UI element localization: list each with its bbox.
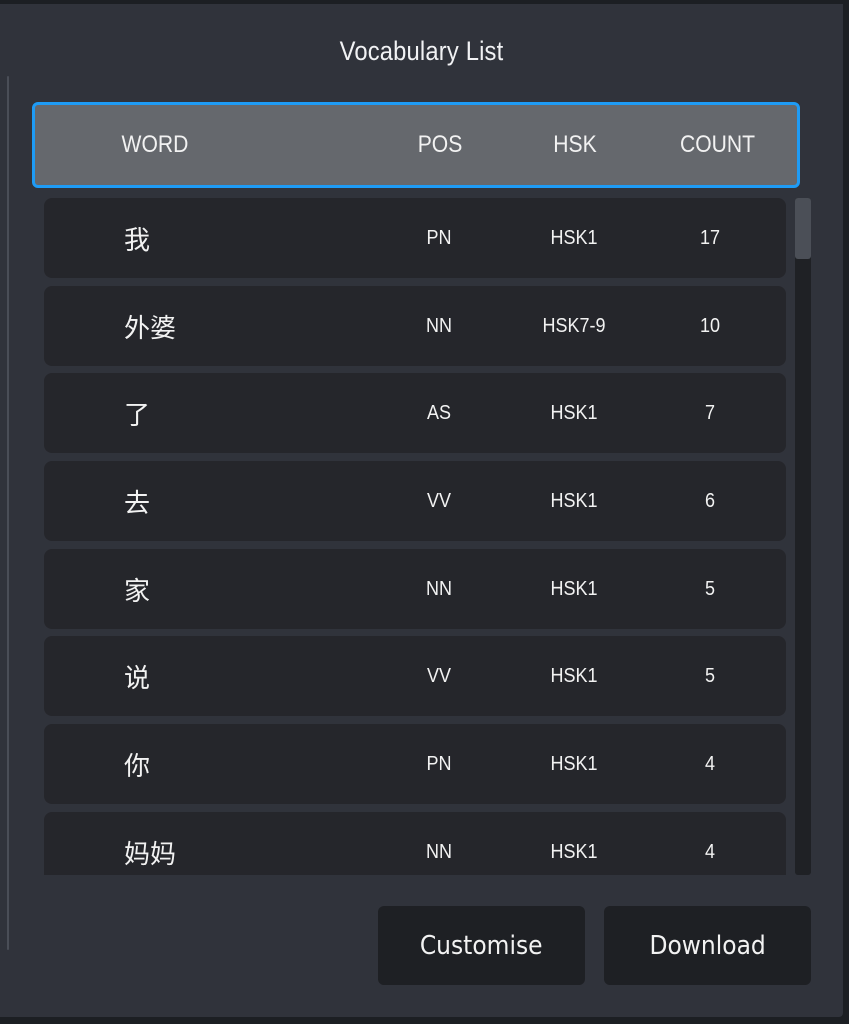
column-header-hsk[interactable]: HSK xyxy=(531,105,619,185)
table-row[interactable]: 外婆 NN HSK7-9 10 xyxy=(44,286,786,366)
hsk-cell: HSK1 xyxy=(550,664,598,687)
table-row[interactable]: 妈妈 NN HSK1 4 xyxy=(44,812,786,875)
table-row[interactable]: 说 VV HSK1 5 xyxy=(44,636,786,716)
side-divider xyxy=(7,76,9,950)
word-cell: 家 xyxy=(124,576,151,607)
word-cell: 你 xyxy=(124,751,151,782)
hsk-cell: HSK1 xyxy=(550,840,598,863)
scrollbar-thumb[interactable] xyxy=(795,198,811,259)
list-scrollbar[interactable] xyxy=(795,198,811,875)
vocabulary-list[interactable]: 我 PN HSK1 17 外婆 NN HSK7-9 10 了 AS HSK1 7… xyxy=(44,198,786,875)
pos-cell: AS xyxy=(426,401,452,424)
table-row[interactable]: 去 VV HSK1 6 xyxy=(44,461,786,541)
panel-title: Vocabulary List xyxy=(339,36,504,66)
pos-cell: PN xyxy=(426,226,452,249)
hsk-cell: HSK1 xyxy=(550,577,598,600)
word-cell: 了 xyxy=(124,400,151,431)
word-cell: 我 xyxy=(124,225,151,256)
pos-cell: NN xyxy=(425,840,452,863)
table-row[interactable]: 了 AS HSK1 7 xyxy=(44,373,786,453)
customise-button-label: Customise xyxy=(420,930,543,961)
count-cell: 17 xyxy=(699,226,721,249)
table-row[interactable]: 家 NN HSK1 5 xyxy=(44,549,786,629)
hsk-cell: HSK7-9 xyxy=(542,314,606,337)
count-cell: 10 xyxy=(699,314,721,337)
count-cell: 5 xyxy=(704,664,716,687)
pos-cell: NN xyxy=(425,577,452,600)
table-header: WORD POS HSK COUNT xyxy=(32,102,800,188)
hsk-cell: HSK1 xyxy=(550,226,598,249)
pos-cell: VV xyxy=(426,489,452,512)
download-button[interactable]: Download xyxy=(604,906,811,985)
download-button-label: Download xyxy=(649,930,766,961)
count-cell: 6 xyxy=(704,489,716,512)
count-cell: 5 xyxy=(704,577,716,600)
table-row[interactable]: 你 PN HSK1 4 xyxy=(44,724,786,804)
count-cell: 4 xyxy=(704,840,716,863)
count-cell: 7 xyxy=(704,401,716,424)
pos-cell: VV xyxy=(426,664,452,687)
column-header-count[interactable]: COUNT xyxy=(663,105,773,185)
word-cell: 去 xyxy=(124,488,151,519)
word-cell: 说 xyxy=(124,663,151,694)
pos-cell: NN xyxy=(425,314,452,337)
pos-cell: PN xyxy=(426,752,452,775)
hsk-cell: HSK1 xyxy=(550,401,598,424)
word-cell: 妈妈 xyxy=(124,839,177,870)
table-row[interactable]: 我 PN HSK1 17 xyxy=(44,198,786,278)
vocabulary-panel: Vocabulary List WORD POS HSK COUNT 我 PN … xyxy=(0,4,843,1017)
column-header-pos[interactable]: POS xyxy=(396,105,484,185)
column-header-word[interactable]: WORD xyxy=(93,105,216,185)
count-cell: 4 xyxy=(704,752,716,775)
hsk-cell: HSK1 xyxy=(550,489,598,512)
hsk-cell: HSK1 xyxy=(550,752,598,775)
customise-button[interactable]: Customise xyxy=(378,906,585,985)
word-cell: 外婆 xyxy=(124,313,177,344)
